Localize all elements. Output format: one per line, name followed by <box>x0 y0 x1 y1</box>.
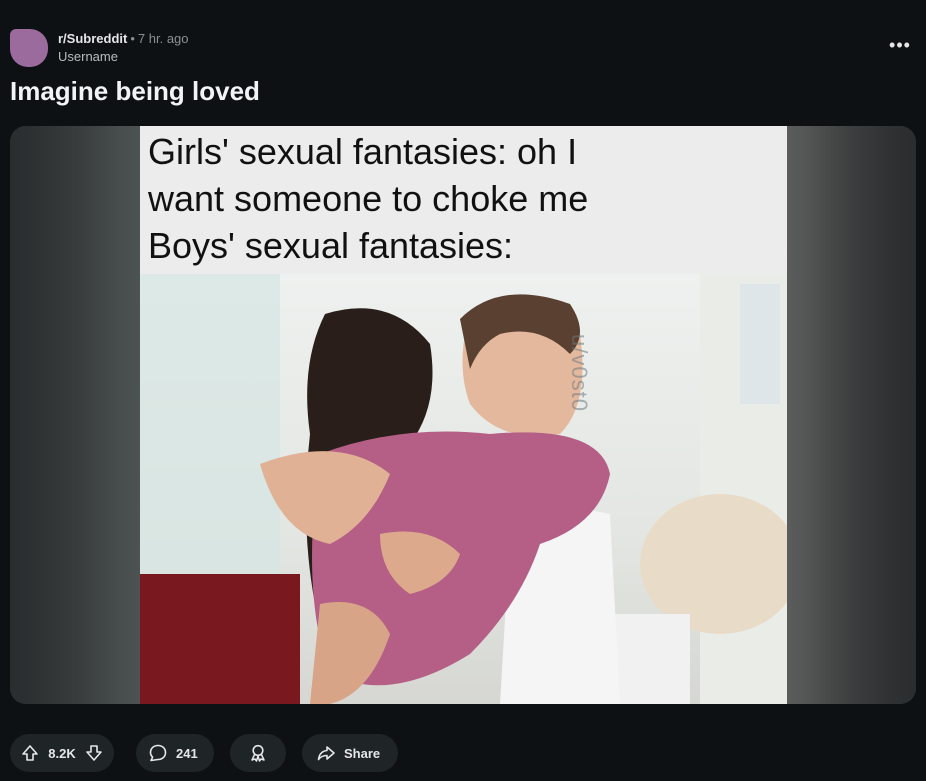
caption-line-3: Boys' sexual fantasies: <box>148 225 514 266</box>
award-button[interactable] <box>230 734 286 772</box>
post-media[interactable]: Girls' sexual fantasies: oh I want someo… <box>10 126 916 704</box>
share-label: Share <box>344 745 381 761</box>
meta-separator: • <box>130 31 135 46</box>
post-time: 7 hr. ago <box>137 31 189 46</box>
award-ribbon-icon <box>248 743 268 763</box>
post-title[interactable]: Imagine being loved <box>10 74 260 108</box>
subreddit-avatar[interactable] <box>10 29 48 67</box>
upvote-count: 8.2K <box>48 745 76 761</box>
meme-image[interactable]: Girls' sexual fantasies: oh I want someo… <box>140 126 787 704</box>
hug-photo: u/v0st0 <box>140 274 787 704</box>
post-meta: r/Subreddit • 7 hr. ago Username <box>58 31 189 65</box>
comment-count: 241 <box>176 745 198 761</box>
arrow-up-outline-icon[interactable] <box>20 743 40 763</box>
comments-button[interactable]: 241 <box>136 734 214 772</box>
vote-control: 8.2K <box>10 734 114 772</box>
speech-bubble-icon <box>148 743 168 763</box>
horizontal-ellipsis-icon: ••• <box>889 35 911 55</box>
subreddit-link[interactable]: r/Subreddit <box>58 31 127 46</box>
arrow-down-outline-icon[interactable] <box>84 743 104 763</box>
more-options-button[interactable]: ••• <box>888 36 912 60</box>
author-username[interactable]: Username <box>58 49 189 65</box>
meta-line: r/Subreddit • 7 hr. ago <box>58 31 189 47</box>
meme-caption: Girls' sexual fantasies: oh I want someo… <box>140 126 787 274</box>
share-button[interactable]: Share <box>302 734 398 772</box>
share-arrow-icon <box>316 743 336 763</box>
caption-line-1: Girls' sexual fantasies: oh I <box>148 131 578 172</box>
caption-line-2: want someone to choke me <box>148 178 589 219</box>
meme-watermark: u/v0st0 <box>567 334 592 412</box>
post-header: r/Subreddit • 7 hr. ago Username ••• <box>10 28 916 68</box>
hug-illustration <box>140 274 787 704</box>
